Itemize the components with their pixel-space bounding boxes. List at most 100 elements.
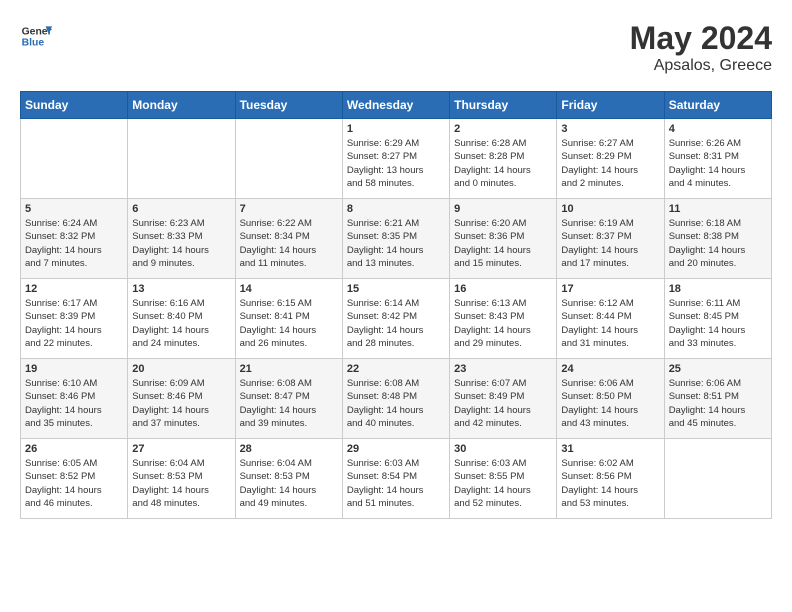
day-number: 2 xyxy=(454,123,552,135)
day-info: Sunrise: 6:19 AM Sunset: 8:37 PM Dayligh… xyxy=(561,217,659,270)
day-number: 18 xyxy=(669,283,767,295)
day-cell: 13 Sunrise: 6:16 AM Sunset: 8:40 PM Dayli… xyxy=(128,279,235,359)
day-cell: 29 Sunrise: 6:03 AM Sunset: 8:54 PM Dayli… xyxy=(342,439,449,519)
day-number: 24 xyxy=(561,363,659,375)
weekday-friday: Friday xyxy=(557,92,664,119)
day-info: Sunrise: 6:15 AM Sunset: 8:41 PM Dayligh… xyxy=(240,297,338,350)
day-cell: 22 Sunrise: 6:08 AM Sunset: 8:48 PM Dayli… xyxy=(342,359,449,439)
day-cell: 18Sunrise: 6:11 AM Sunset: 8:45 PM Dayli… xyxy=(664,279,771,359)
location-title: Apsalos, Greece xyxy=(630,57,772,75)
week-row-1: 1Sunrise: 6:29 AM Sunset: 8:27 PM Daylig… xyxy=(21,119,772,199)
day-cell xyxy=(235,119,342,199)
day-cell: 15 Sunrise: 6:14 AM Sunset: 8:42 PM Dayli… xyxy=(342,279,449,359)
day-info: Sunrise: 6:20 AM Sunset: 8:36 PM Dayligh… xyxy=(454,217,552,270)
day-info: Sunrise: 6:10 AM Sunset: 8:46 PM Dayligh… xyxy=(25,377,123,430)
day-info: Sunrise: 6:08 AM Sunset: 8:47 PM Dayligh… xyxy=(240,377,338,430)
day-cell: 21 Sunrise: 6:08 AM Sunset: 8:47 PM Dayli… xyxy=(235,359,342,439)
day-info: Sunrise: 6:06 AM Sunset: 8:51 PM Dayligh… xyxy=(669,377,767,430)
weekday-sunday: Sunday xyxy=(21,92,128,119)
day-cell: 11Sunrise: 6:18 AM Sunset: 8:38 PM Dayli… xyxy=(664,199,771,279)
day-cell: 6Sunrise: 6:23 AM Sunset: 8:33 PM Daylig… xyxy=(128,199,235,279)
logo: General Blue xyxy=(20,20,52,52)
day-number: 1 xyxy=(347,123,445,135)
day-info: Sunrise: 6:04 AM Sunset: 8:53 PM Dayligh… xyxy=(132,457,230,510)
week-row-5: 26 Sunrise: 6:05 AM Sunset: 8:52 PM Dayli… xyxy=(21,439,772,519)
day-cell: 2 Sunrise: 6:28 AM Sunset: 8:28 PM Daylig… xyxy=(450,119,557,199)
day-number: 26 xyxy=(25,443,123,455)
day-cell: 17 Sunrise: 6:12 AM Sunset: 8:44 PM Dayli… xyxy=(557,279,664,359)
day-number: 13 xyxy=(132,283,230,295)
day-cell xyxy=(128,119,235,199)
day-cell: 31Sunrise: 6:02 AM Sunset: 8:56 PM Dayli… xyxy=(557,439,664,519)
day-cell: 25 Sunrise: 6:06 AM Sunset: 8:51 PM Dayli… xyxy=(664,359,771,439)
weekday-tuesday: Tuesday xyxy=(235,92,342,119)
title-block: May 2024 Apsalos, Greece xyxy=(630,20,772,75)
page-header: General Blue May 2024 Apsalos, Greece xyxy=(20,20,772,75)
day-info: Sunrise: 6:14 AM Sunset: 8:42 PM Dayligh… xyxy=(347,297,445,350)
day-number: 5 xyxy=(25,203,123,215)
day-cell: 26 Sunrise: 6:05 AM Sunset: 8:52 PM Dayli… xyxy=(21,439,128,519)
day-info: Sunrise: 6:26 AM Sunset: 8:31 PM Dayligh… xyxy=(669,137,767,190)
day-cell: 4 Sunrise: 6:26 AM Sunset: 8:31 PM Daylig… xyxy=(664,119,771,199)
day-cell: 28 Sunrise: 6:04 AM Sunset: 8:53 PM Dayli… xyxy=(235,439,342,519)
day-number: 19 xyxy=(25,363,123,375)
day-cell: 27 Sunrise: 6:04 AM Sunset: 8:53 PM Dayli… xyxy=(128,439,235,519)
day-cell xyxy=(21,119,128,199)
day-number: 28 xyxy=(240,443,338,455)
day-cell: 1Sunrise: 6:29 AM Sunset: 8:27 PM Daylig… xyxy=(342,119,449,199)
day-cell: 20Sunrise: 6:09 AM Sunset: 8:46 PM Dayli… xyxy=(128,359,235,439)
week-row-2: 5 Sunrise: 6:24 AM Sunset: 8:32 PM Daylig… xyxy=(21,199,772,279)
day-info: Sunrise: 6:03 AM Sunset: 8:55 PM Dayligh… xyxy=(454,457,552,510)
day-info: Sunrise: 6:21 AM Sunset: 8:35 PM Dayligh… xyxy=(347,217,445,270)
day-number: 16 xyxy=(454,283,552,295)
day-cell: 16 Sunrise: 6:13 AM Sunset: 8:43 PM Dayli… xyxy=(450,279,557,359)
day-number: 25 xyxy=(669,363,767,375)
day-info: Sunrise: 6:05 AM Sunset: 8:52 PM Dayligh… xyxy=(25,457,123,510)
day-info: Sunrise: 6:28 AM Sunset: 8:28 PM Dayligh… xyxy=(454,137,552,190)
day-number: 3 xyxy=(561,123,659,135)
day-info: Sunrise: 6:22 AM Sunset: 8:34 PM Dayligh… xyxy=(240,217,338,270)
day-number: 12 xyxy=(25,283,123,295)
day-number: 30 xyxy=(454,443,552,455)
day-number: 10 xyxy=(561,203,659,215)
day-info: Sunrise: 6:16 AM Sunset: 8:40 PM Dayligh… xyxy=(132,297,230,350)
day-cell: 3 Sunrise: 6:27 AM Sunset: 8:29 PM Daylig… xyxy=(557,119,664,199)
day-number: 17 xyxy=(561,283,659,295)
day-number: 11 xyxy=(669,203,767,215)
day-number: 14 xyxy=(240,283,338,295)
day-info: Sunrise: 6:08 AM Sunset: 8:48 PM Dayligh… xyxy=(347,377,445,430)
day-number: 9 xyxy=(454,203,552,215)
day-number: 8 xyxy=(347,203,445,215)
day-cell: 19 Sunrise: 6:10 AM Sunset: 8:46 PM Dayli… xyxy=(21,359,128,439)
day-cell: 30 Sunrise: 6:03 AM Sunset: 8:55 PM Dayli… xyxy=(450,439,557,519)
calendar-table: SundayMondayTuesdayWednesdayThursdayFrid… xyxy=(20,91,772,519)
day-info: Sunrise: 6:03 AM Sunset: 8:54 PM Dayligh… xyxy=(347,457,445,510)
day-number: 20 xyxy=(132,363,230,375)
day-number: 7 xyxy=(240,203,338,215)
day-cell: 12Sunrise: 6:17 AM Sunset: 8:39 PM Dayli… xyxy=(21,279,128,359)
day-info: Sunrise: 6:13 AM Sunset: 8:43 PM Dayligh… xyxy=(454,297,552,350)
day-info: Sunrise: 6:04 AM Sunset: 8:53 PM Dayligh… xyxy=(240,457,338,510)
day-number: 21 xyxy=(240,363,338,375)
weekday-header-row: SundayMondayTuesdayWednesdayThursdayFrid… xyxy=(21,92,772,119)
svg-text:Blue: Blue xyxy=(22,38,45,49)
week-row-4: 19 Sunrise: 6:10 AM Sunset: 8:46 PM Dayli… xyxy=(21,359,772,439)
day-info: Sunrise: 6:12 AM Sunset: 8:44 PM Dayligh… xyxy=(561,297,659,350)
day-number: 29 xyxy=(347,443,445,455)
day-info: Sunrise: 6:24 AM Sunset: 8:32 PM Dayligh… xyxy=(25,217,123,270)
day-number: 27 xyxy=(132,443,230,455)
day-number: 4 xyxy=(669,123,767,135)
day-cell: 5 Sunrise: 6:24 AM Sunset: 8:32 PM Daylig… xyxy=(21,199,128,279)
day-number: 6 xyxy=(132,203,230,215)
day-info: Sunrise: 6:27 AM Sunset: 8:29 PM Dayligh… xyxy=(561,137,659,190)
day-cell: 9 Sunrise: 6:20 AM Sunset: 8:36 PM Daylig… xyxy=(450,199,557,279)
day-info: Sunrise: 6:07 AM Sunset: 8:49 PM Dayligh… xyxy=(454,377,552,430)
calendar-body: 1Sunrise: 6:29 AM Sunset: 8:27 PM Daylig… xyxy=(21,119,772,519)
day-number: 31 xyxy=(561,443,659,455)
day-number: 15 xyxy=(347,283,445,295)
day-number: 22 xyxy=(347,363,445,375)
weekday-wednesday: Wednesday xyxy=(342,92,449,119)
day-cell: 24Sunrise: 6:06 AM Sunset: 8:50 PM Dayli… xyxy=(557,359,664,439)
day-cell xyxy=(664,439,771,519)
day-cell: 7 Sunrise: 6:22 AM Sunset: 8:34 PM Daylig… xyxy=(235,199,342,279)
